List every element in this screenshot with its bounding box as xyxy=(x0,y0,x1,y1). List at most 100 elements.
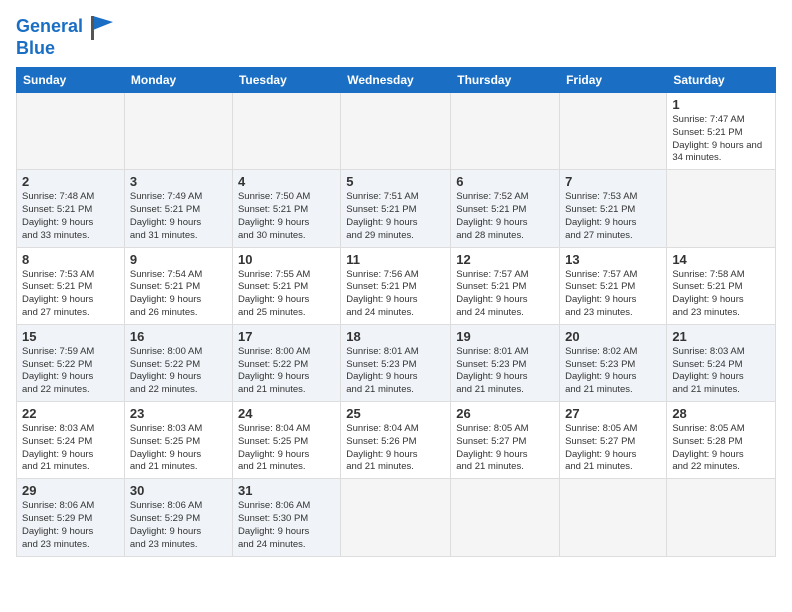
sunrise-text: Sunrise: 8:05 AM xyxy=(456,423,554,436)
daylight-minutes: and 21 minutes. xyxy=(130,461,227,474)
page-container: General Blue SundayMondayTuesdayWednesda… xyxy=(0,0,792,612)
day-number: 19 xyxy=(456,329,554,344)
sunrise-text: Sunrise: 8:00 AM xyxy=(238,346,335,359)
empty-cell xyxy=(667,170,776,247)
daylight-hours: Daylight: 9 hours xyxy=(238,217,335,230)
calendar-cell-day-10: 10 Sunrise: 7:55 AM Sunset: 5:21 PM Dayl… xyxy=(232,247,340,324)
daylight-hours: Daylight: 9 hours xyxy=(238,371,335,384)
calendar-cell-day-9: 9 Sunrise: 7:54 AM Sunset: 5:21 PM Dayli… xyxy=(124,247,232,324)
daylight-minutes: and 23 minutes. xyxy=(565,307,661,320)
daylight-minutes: and 23 minutes. xyxy=(130,539,227,552)
daylight-hours: Daylight: 9 hours xyxy=(565,294,661,307)
day-number: 31 xyxy=(238,483,335,498)
col-header-tuesday: Tuesday xyxy=(232,68,340,93)
sunset-text: Sunset: 5:21 PM xyxy=(22,204,119,217)
sunset-text: Sunset: 5:21 PM xyxy=(22,281,119,294)
logo-icon xyxy=(85,12,115,42)
calendar-cell-day-12: 12 Sunrise: 7:57 AM Sunset: 5:21 PM Dayl… xyxy=(451,247,560,324)
empty-cell xyxy=(667,479,776,556)
calendar-cell-day-24: 24 Sunrise: 8:04 AM Sunset: 5:25 PM Dayl… xyxy=(232,402,340,479)
sunset-text: Sunset: 5:21 PM xyxy=(130,204,227,217)
daylight-minutes: and 31 minutes. xyxy=(130,230,227,243)
daylight-minutes: and 33 minutes. xyxy=(22,230,119,243)
calendar-cell-day-15: 15 Sunrise: 7:59 AM Sunset: 5:22 PM Dayl… xyxy=(17,324,125,401)
sunset-text: Sunset: 5:21 PM xyxy=(238,204,335,217)
daylight-minutes: and 24 minutes. xyxy=(346,307,445,320)
calendar-cell-day-30: 30 Sunrise: 8:06 AM Sunset: 5:29 PM Dayl… xyxy=(124,479,232,556)
sunset-text: Sunset: 5:22 PM xyxy=(238,359,335,372)
sunrise-text: Sunrise: 8:00 AM xyxy=(130,346,227,359)
sunrise-text: Sunrise: 8:04 AM xyxy=(346,423,445,436)
empty-cell xyxy=(124,93,232,170)
day-number: 15 xyxy=(22,329,119,344)
calendar-week-6: 29 Sunrise: 8:06 AM Sunset: 5:29 PM Dayl… xyxy=(17,479,776,556)
day-number: 26 xyxy=(456,406,554,421)
sunrise-text: Sunrise: 7:53 AM xyxy=(565,191,661,204)
col-header-sunday: Sunday xyxy=(17,68,125,93)
sunrise-text: Sunrise: 7:57 AM xyxy=(456,269,554,282)
page-header: General Blue xyxy=(16,12,776,59)
sunrise-text: Sunrise: 8:03 AM xyxy=(672,346,770,359)
day-number: 22 xyxy=(22,406,119,421)
day-number: 8 xyxy=(22,252,119,267)
daylight-hours: Daylight: 9 hours xyxy=(22,449,119,462)
sunset-text: Sunset: 5:21 PM xyxy=(456,281,554,294)
calendar-cell-day-26: 26 Sunrise: 8:05 AM Sunset: 5:27 PM Dayl… xyxy=(451,402,560,479)
calendar-week-4: 15 Sunrise: 7:59 AM Sunset: 5:22 PM Dayl… xyxy=(17,324,776,401)
calendar-cell-day-19: 19 Sunrise: 8:01 AM Sunset: 5:23 PM Dayl… xyxy=(451,324,560,401)
day-number: 21 xyxy=(672,329,770,344)
sunset-text: Sunset: 5:28 PM xyxy=(672,436,770,449)
daylight-hours: Daylight: 9 hours xyxy=(672,294,770,307)
day-number: 14 xyxy=(672,252,770,267)
daylight-hours: Daylight: 9 hours xyxy=(22,371,119,384)
daylight-hours: Daylight: 9 hours xyxy=(130,217,227,230)
sunrise-text: Sunrise: 7:49 AM xyxy=(130,191,227,204)
calendar-cell-day-31: 31 Sunrise: 8:06 AM Sunset: 5:30 PM Dayl… xyxy=(232,479,340,556)
logo: General Blue xyxy=(16,12,115,59)
sunset-text: Sunset: 5:21 PM xyxy=(672,281,770,294)
sunset-text: Sunset: 5:21 PM xyxy=(238,281,335,294)
daylight-hours: Daylight: 9 hours xyxy=(346,217,445,230)
calendar-cell-day-7: 7 Sunrise: 7:53 AM Sunset: 5:21 PM Dayli… xyxy=(560,170,667,247)
daylight-minutes: and 21 minutes. xyxy=(672,384,770,397)
calendar-cell-day-8: 8 Sunrise: 7:53 AM Sunset: 5:21 PM Dayli… xyxy=(17,247,125,324)
sunset-text: Sunset: 5:23 PM xyxy=(565,359,661,372)
empty-cell xyxy=(560,479,667,556)
calendar-cell-day-2: 2 Sunrise: 7:48 AM Sunset: 5:21 PM Dayli… xyxy=(17,170,125,247)
daylight-minutes: and 30 minutes. xyxy=(238,230,335,243)
calendar-cell-day-3: 3 Sunrise: 7:49 AM Sunset: 5:21 PM Dayli… xyxy=(124,170,232,247)
day-number: 11 xyxy=(346,252,445,267)
daylight-minutes: and 23 minutes. xyxy=(22,539,119,552)
sunrise-text: Sunrise: 7:59 AM xyxy=(22,346,119,359)
daylight-hours: Daylight: 9 hours xyxy=(456,449,554,462)
day-number: 12 xyxy=(456,252,554,267)
sunrise-text: Sunrise: 7:57 AM xyxy=(565,269,661,282)
sunrise-text: Sunrise: 8:01 AM xyxy=(346,346,445,359)
sunrise-text: Sunrise: 7:52 AM xyxy=(456,191,554,204)
calendar-week-3: 8 Sunrise: 7:53 AM Sunset: 5:21 PM Dayli… xyxy=(17,247,776,324)
daylight-hours: Daylight: 9 hours xyxy=(130,526,227,539)
day-number: 10 xyxy=(238,252,335,267)
col-header-thursday: Thursday xyxy=(451,68,560,93)
day-number: 18 xyxy=(346,329,445,344)
sunrise-text: Sunrise: 7:48 AM xyxy=(22,191,119,204)
empty-cell xyxy=(451,479,560,556)
sunset-text: Sunset: 5:21 PM xyxy=(672,127,770,140)
daylight-minutes: and 21 minutes. xyxy=(22,461,119,474)
sunset-text: Sunset: 5:29 PM xyxy=(130,513,227,526)
daylight-minutes: and 28 minutes. xyxy=(456,230,554,243)
empty-cell xyxy=(560,93,667,170)
col-header-friday: Friday xyxy=(560,68,667,93)
day-number: 3 xyxy=(130,174,227,189)
sunrise-text: Sunrise: 8:06 AM xyxy=(22,500,119,513)
calendar-cell-day-13: 13 Sunrise: 7:57 AM Sunset: 5:21 PM Dayl… xyxy=(560,247,667,324)
daylight-text: Daylight: 9 hours and 34 minutes. xyxy=(672,140,770,166)
calendar-cell-day-16: 16 Sunrise: 8:00 AM Sunset: 5:22 PM Dayl… xyxy=(124,324,232,401)
empty-cell xyxy=(341,479,451,556)
daylight-hours: Daylight: 9 hours xyxy=(565,371,661,384)
sunrise-text: Sunrise: 8:03 AM xyxy=(22,423,119,436)
sunset-text: Sunset: 5:21 PM xyxy=(565,281,661,294)
sunset-text: Sunset: 5:22 PM xyxy=(130,359,227,372)
day-number: 20 xyxy=(565,329,661,344)
calendar-cell-day-6: 6 Sunrise: 7:52 AM Sunset: 5:21 PM Dayli… xyxy=(451,170,560,247)
